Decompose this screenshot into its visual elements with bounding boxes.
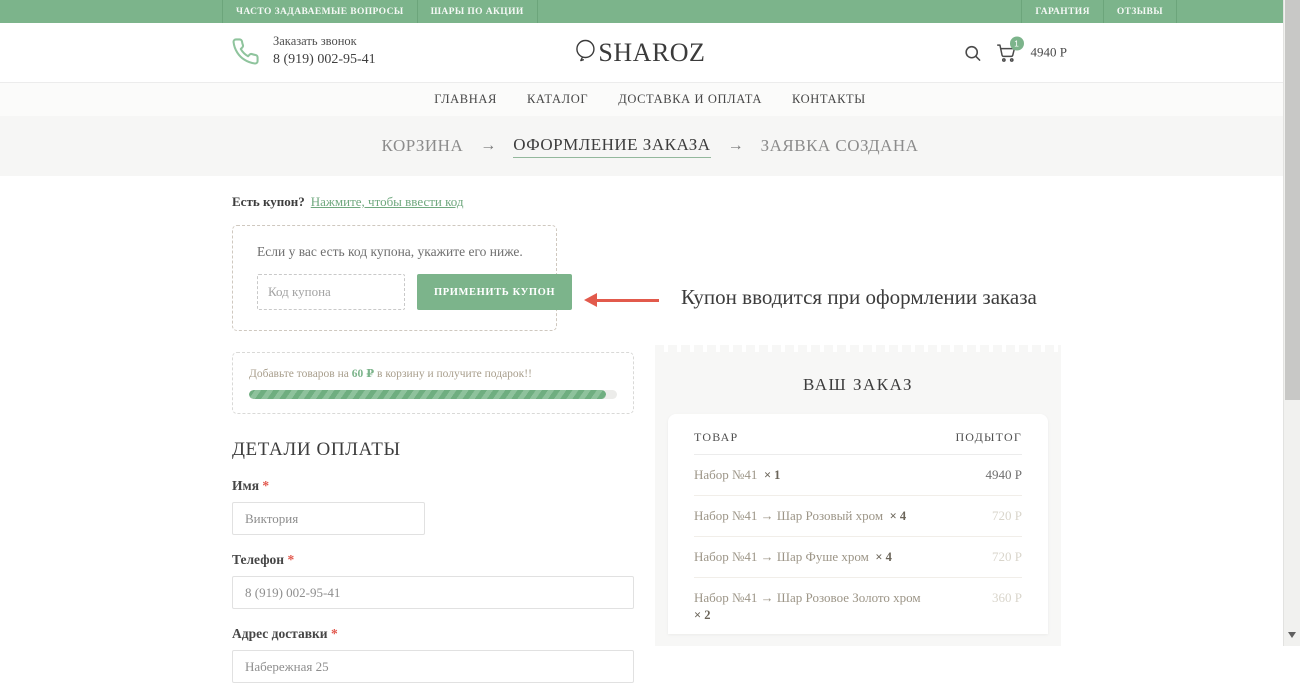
cart-total: 4940 Р [1031, 45, 1067, 61]
cart-count-badge: 1 [1010, 36, 1024, 50]
header-phone-number: 8 (919) 002-95-41 [273, 52, 376, 68]
annotation-arrow-icon [597, 299, 659, 302]
item-qty: × 1 [764, 468, 781, 482]
gift-progress-bar [249, 390, 617, 399]
callback-label: Заказать звонок [273, 34, 376, 49]
checkout-left-column: Есть купон? Нажмите, чтобы ввести код Есл… [232, 176, 634, 683]
gift-progress-amount: 60 ₽ [352, 368, 374, 380]
logo[interactable]: SHAROZ [573, 38, 705, 68]
step-cart[interactable]: КОРЗИНА [382, 136, 464, 156]
item-price: 720 Р [992, 548, 1022, 566]
item-qty: × 2 [694, 608, 711, 622]
item-qty: × 4 [890, 509, 907, 523]
step-arrow-icon: → [728, 137, 744, 155]
scrollbar-thumb[interactable] [1285, 0, 1300, 400]
phone-icon [231, 37, 260, 66]
order-item-row: Набор №41 → Шар Фуше хром × 4 720 Р [694, 537, 1022, 578]
topbar: ЧАСТО ЗАДАВАЕМЫЕ ВОПРОСЫ ШАРЫ ПО АКЦИИ Г… [0, 0, 1300, 23]
order-summary-title: ВАШ ЗАКАЗ [655, 352, 1061, 414]
coupon-toggle-link[interactable]: Нажмите, чтобы ввести код [311, 194, 464, 209]
gift-progress-text: Добавьте товаров на 60 ₽ в корзину и пол… [249, 366, 617, 380]
col-subtotal: ПОДЫТОГ [955, 430, 1022, 445]
main-content: Есть купон? Нажмите, чтобы ввести код Есл… [0, 176, 1300, 646]
order-item-row: Набор №41 → Шар Розовый хром × 4 720 Р [694, 496, 1022, 537]
balloon-icon [573, 38, 597, 68]
order-summary-panel: ВАШ ЗАКАЗ ТОВАР ПОДЫТОГ Набор №41 × 1 49… [655, 345, 1061, 646]
delivery-address-field[interactable] [232, 650, 634, 683]
step-checkout-current[interactable]: ОФОРМЛЕНИЕ ЗАКАЗА [513, 135, 710, 158]
nav-item-home[interactable]: ГЛАВНАЯ [434, 92, 497, 107]
header-actions: 1 4940 Р [963, 42, 1067, 63]
phone-field[interactable] [232, 576, 634, 609]
gift-progress-fill [249, 390, 606, 399]
topbar-link-faq[interactable]: ЧАСТО ЗАДАВАЕМЫЕ ВОПРОСЫ [222, 0, 417, 23]
billing-details-title: ДЕТАЛИ ОПЛАТЫ [232, 439, 634, 461]
apply-coupon-button[interactable]: ПРИМЕНИТЬ КУПОН [417, 274, 572, 310]
main-nav: ГЛАВНАЯ КАТАЛОГ ДОСТАВКА И ОПЛАТА КОНТАК… [0, 82, 1300, 116]
page-scrollbar[interactable] [1283, 0, 1300, 646]
nav-item-delivery[interactable]: ДОСТАВКА И ОПЛАТА [618, 92, 762, 107]
required-mark: * [331, 626, 338, 641]
cart-button[interactable]: 1 [996, 42, 1017, 63]
item-price: 720 Р [992, 507, 1022, 525]
coupon-hint: Если у вас есть код купона, укажите его … [257, 244, 532, 260]
required-mark: * [287, 552, 294, 567]
nav-item-contacts[interactable]: КОНТАКТЫ [792, 92, 866, 107]
checkout-steps: КОРЗИНА → ОФОРМЛЕНИЕ ЗАКАЗА → ЗАЯВКА СОЗ… [0, 116, 1300, 176]
topbar-link-warranty[interactable]: ГАРАНТИЯ [1021, 0, 1103, 23]
col-product: ТОВАР [694, 430, 738, 445]
field-label-phone: Телефон * [232, 552, 634, 568]
field-label-name: Имя * [232, 478, 634, 494]
item-qty: × 4 [875, 550, 892, 564]
coupon-toggle-line: Есть купон? Нажмите, чтобы ввести код [232, 194, 634, 210]
topbar-right-links: ГАРАНТИЯ ОТЗЫВЫ [1021, 0, 1177, 23]
annotation-text: Купон вводится при оформлении заказа [681, 285, 1037, 310]
order-item-row: Набор №41 → Шар Розовое Золото хром × 2 … [694, 578, 1022, 634]
required-mark: * [262, 478, 269, 493]
gift-progress-box: Добавьте товаров на 60 ₽ в корзину и пол… [232, 352, 634, 414]
order-summary-card: ТОВАР ПОДЫТОГ Набор №41 × 1 4940 Р Набор… [668, 414, 1048, 634]
search-icon[interactable] [963, 43, 982, 62]
topbar-link-promo-balloons[interactable]: ШАРЫ ПО АКЦИИ [417, 0, 538, 23]
logo-text: SHAROZ [598, 38, 705, 68]
name-field[interactable] [232, 502, 425, 535]
nav-item-catalog[interactable]: КАТАЛОГ [527, 92, 588, 107]
coupon-question: Есть купон? [232, 194, 305, 209]
step-order-created: ЗАЯВКА СОЗДАНА [761, 136, 919, 156]
callback-block[interactable]: Заказать звонок 8 (919) 002-95-41 [231, 34, 376, 68]
item-price: 4940 Р [986, 466, 1022, 484]
scrollbar-down-arrow-icon[interactable] [1288, 632, 1296, 642]
topbar-left-links: ЧАСТО ЗАДАВАЕМЫЕ ВОПРОСЫ ШАРЫ ПО АКЦИИ [222, 0, 538, 23]
topbar-link-reviews[interactable]: ОТЗЫВЫ [1103, 0, 1177, 23]
order-table-header: ТОВАР ПОДЫТОГ [694, 414, 1022, 455]
scallop-edge [655, 345, 1061, 352]
header: Заказать звонок 8 (919) 002-95-41 SHAROZ… [0, 23, 1300, 82]
field-label-address: Адрес доставки * [232, 626, 634, 642]
coupon-code-input[interactable] [257, 274, 405, 310]
order-item-row: Набор №41 × 1 4940 Р [694, 455, 1022, 496]
item-price: 360 Р [992, 589, 1022, 624]
step-arrow-icon: → [480, 137, 496, 155]
coupon-form: Если у вас есть код купона, укажите его … [232, 225, 557, 331]
